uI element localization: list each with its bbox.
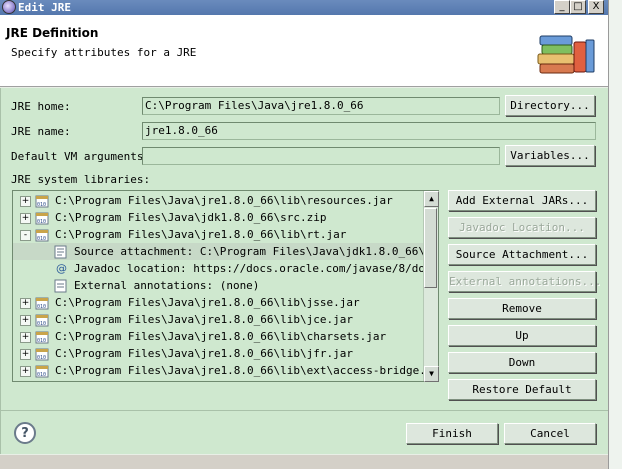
library-path: C:\Program Files\Java\jre1.8.0_66\lib\jf… — [55, 347, 354, 360]
jar-icon: 010 — [35, 229, 49, 242]
expand-icon[interactable]: + — [20, 196, 31, 207]
expand-icon[interactable]: + — [20, 366, 31, 377]
title-bar[interactable] — [0, 0, 608, 15]
add-external-jars-button[interactable]: Add External JARs... — [448, 190, 596, 211]
jar-icon: 010 — [35, 331, 49, 344]
jre-home-field[interactable]: C:\Program Files\Java\jre1.8.0_66 — [142, 97, 500, 115]
window-title: Edit JRE — [18, 1, 71, 14]
help-icon[interactable]: ? — [14, 422, 36, 444]
svg-text:010: 010 — [37, 304, 46, 310]
variables-button[interactable]: Variables... — [505, 145, 595, 166]
jar-icon: 010 — [35, 314, 49, 327]
library-path: C:\Program Files\Java\jre1.8.0_66\lib\jc… — [55, 313, 354, 326]
expand-icon[interactable]: + — [20, 213, 31, 224]
close-button[interactable]: X — [588, 0, 604, 14]
cancel-button[interactable]: Cancel — [504, 423, 596, 444]
jre-home-label: JRE home: — [11, 100, 71, 113]
scroll-down-arrow-icon[interactable]: ▼ — [424, 366, 439, 382]
finish-button[interactable]: Finish — [406, 423, 498, 444]
header-title: JRE Definition — [6, 26, 99, 40]
javadoc-location-button[interactable]: Javadoc Location... — [448, 217, 596, 238]
jar-icon: 010 — [35, 297, 49, 310]
annotations-icon — [54, 279, 67, 293]
library-path: C:\Program Files\Java\jre1.8.0_66\lib\js… — [55, 296, 360, 309]
scroll-thumb[interactable] — [424, 208, 437, 288]
source-attachment-icon — [54, 245, 67, 259]
directory-button[interactable]: Directory... — [505, 95, 595, 116]
maximize-button[interactable]: □ — [570, 0, 586, 14]
jar-icon: 010 — [35, 365, 49, 378]
footer-separator — [0, 410, 608, 411]
jre-name-label: JRE name: — [11, 125, 71, 138]
libraries-label: JRE system libraries: — [11, 173, 151, 186]
expand-icon[interactable]: + — [20, 315, 31, 326]
jar-icon: 010 — [35, 212, 49, 225]
library-path: C:\Program Files\Java\jre1.8.0_66\lib\re… — [55, 194, 393, 207]
svg-text:010: 010 — [37, 202, 46, 208]
scroll-up-arrow-icon[interactable]: ▲ — [424, 191, 439, 207]
vm-args-label: Default VM arguments: — [11, 150, 151, 163]
up-button[interactable]: Up — [448, 325, 596, 346]
app-icon — [2, 0, 16, 14]
svg-text:010: 010 — [37, 236, 46, 242]
library-path: C:\Program Files\Java\jre1.8.0_66\lib\ch… — [55, 330, 387, 343]
minimize-button[interactable]: _ — [554, 0, 570, 14]
svg-text:010: 010 — [37, 321, 46, 327]
source-attachment-button[interactable]: Source Attachment... — [448, 244, 596, 265]
remove-button[interactable]: Remove — [448, 298, 596, 319]
vm-args-field[interactable] — [142, 147, 500, 165]
jar-icon: 010 — [35, 348, 49, 361]
restore-default-button[interactable]: Restore Default — [448, 379, 596, 400]
svg-text:010: 010 — [37, 219, 46, 225]
tree-row-source-attachment[interactable]: Source attachment: C:\Program Files\Java… — [13, 243, 438, 260]
background-window-strip — [0, 455, 622, 469]
down-button[interactable]: Down — [448, 352, 596, 373]
expand-icon[interactable]: + — [20, 298, 31, 309]
external-annotations-text: External annotations: (none) — [74, 279, 260, 292]
source-attachment-text: Source attachment: C:\Program Files\Java… — [74, 245, 439, 258]
library-path: C:\Program Files\Java\jre1.8.0_66\lib\rt… — [55, 228, 347, 241]
javadoc-location-text: Javadoc location: https://docs.oracle.co… — [74, 262, 439, 275]
expand-icon[interactable]: + — [20, 349, 31, 360]
svg-text:010: 010 — [37, 338, 46, 344]
collapse-icon[interactable]: - — [20, 230, 31, 241]
background-window-edge — [608, 0, 622, 469]
svg-text:010: 010 — [37, 372, 46, 378]
library-path: C:\Program Files\Java\jre1.8.0_66\lib\ex… — [55, 364, 439, 377]
books-icon — [537, 35, 595, 74]
external-annotations-button[interactable]: External annotations... — [448, 271, 601, 292]
jar-icon: 010 — [35, 195, 49, 208]
libraries-tree[interactable]: + 010 C:\Program Files\Java\jre1.8.0_66\… — [12, 190, 439, 382]
expand-icon[interactable]: + — [20, 332, 31, 343]
header-subtitle: Specify attributes for a JRE — [11, 46, 197, 59]
library-path: C:\Program Files\Java\jdk1.8.0_66\src.zi… — [55, 211, 327, 224]
svg-text:010: 010 — [37, 355, 46, 361]
javadoc-icon: @ — [56, 262, 67, 275]
jre-name-field[interactable]: jre1.8.0_66 — [142, 122, 596, 140]
